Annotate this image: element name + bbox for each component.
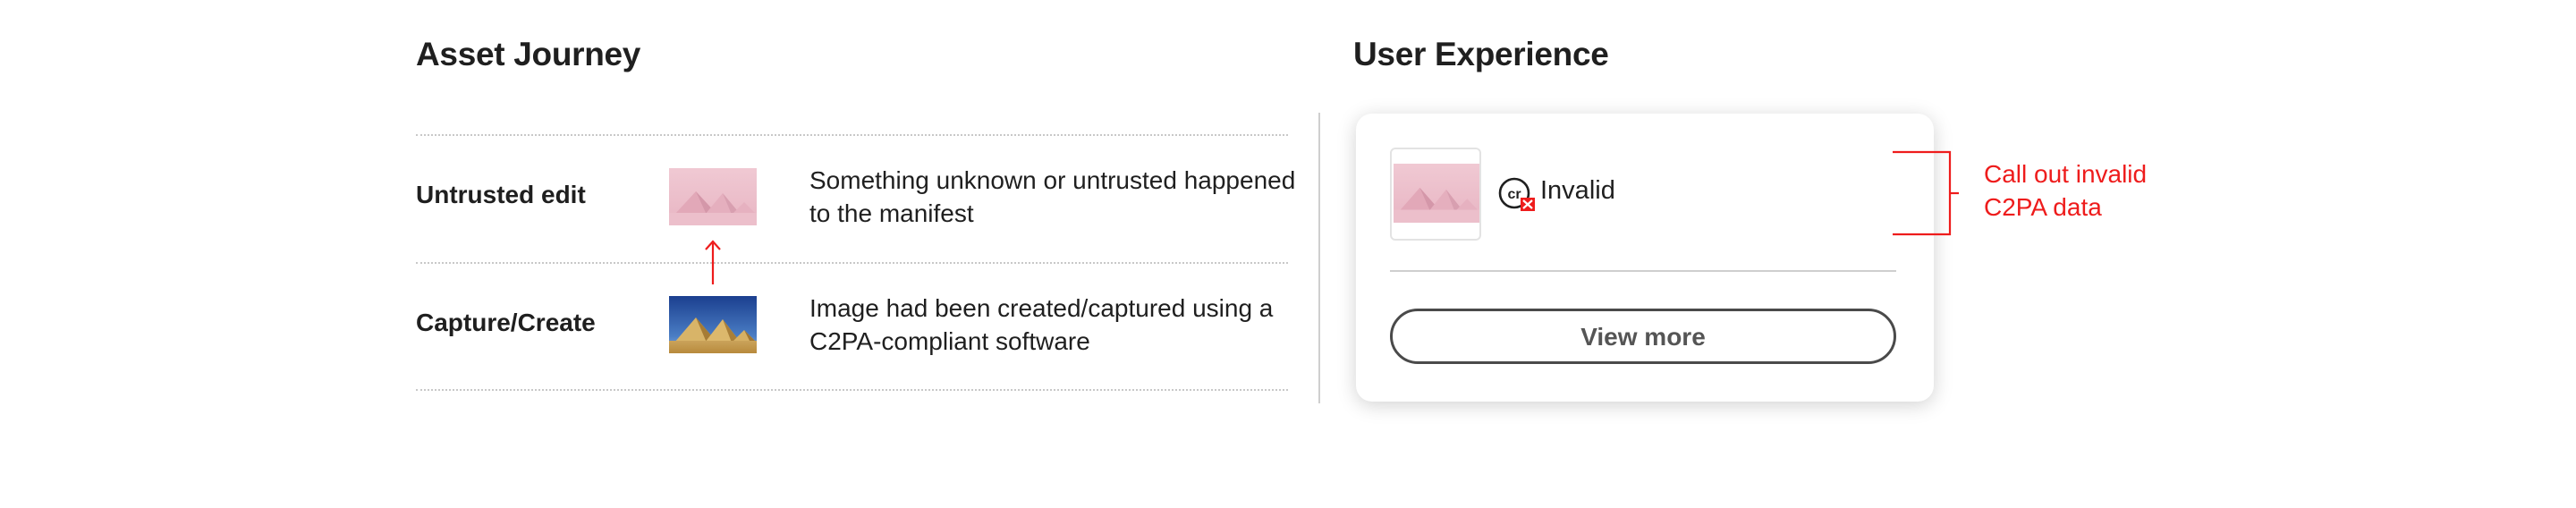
callout-text: Call out invalid C2PA data [1984,160,2148,221]
untrusted-edit-label: Untrusted edit [416,181,586,208]
section-divider [1318,113,1320,403]
content-credentials-invalid-icon: cr [1498,177,1535,211]
arrow-up-icon [705,240,721,284]
untrusted-edit-description: Something unknown or untrusted happened … [809,166,1296,227]
card-thumbnail [1390,148,1481,241]
asset-journey-title: Asset Journey [416,36,641,72]
user-experience-title: User Experience [1353,36,1609,72]
status-label: Invalid [1540,176,1615,205]
capture-create-description: Image had been created/captured using a … [809,294,1274,355]
view-more-button[interactable]: View more [1390,309,1896,364]
svg-text:cr: cr [1507,187,1521,202]
row-divider-middle [416,262,1288,264]
content-credentials-card: cr Invalid View more [1356,114,1934,402]
capture-create-label: Capture/Create [416,309,596,336]
callout-bracket [1893,150,1959,236]
untrusted-edit-thumbnail [669,168,757,225]
capture-create-thumbnail [669,296,757,353]
row-divider-bottom [416,389,1288,391]
row-divider-top [416,134,1288,136]
card-divider [1390,270,1896,272]
